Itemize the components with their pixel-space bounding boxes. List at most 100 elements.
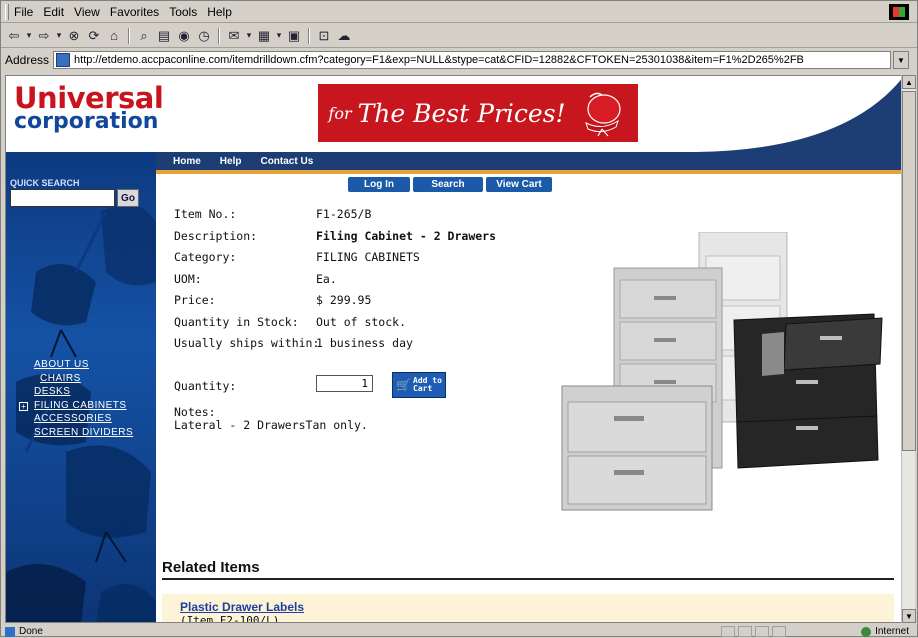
site-header: Universal corporation for The Best Price…: [6, 76, 902, 156]
top-nav: Home Help Contact Us: [173, 152, 313, 170]
status-text: Done: [19, 626, 43, 637]
sidebar-item-screen-dividers[interactable]: SCREEN DIVIDERS: [6, 426, 133, 440]
nav-home[interactable]: Home: [173, 156, 201, 167]
item-notes: Notes: Lateral - 2 DrawersTan only.: [174, 406, 368, 432]
quick-search-go-button[interactable]: Go: [117, 189, 139, 207]
status-cell: [755, 626, 769, 637]
cart-icon: 🛒: [396, 378, 412, 392]
related-item: Plastic Drawer Labels (Item F2-100/L): [162, 594, 894, 623]
scroll-up-icon[interactable]: ▲: [902, 75, 916, 89]
favorites-icon[interactable]: ▤: [155, 27, 173, 45]
toolbar: ⇦ ▾ ⇨ ▾ ⊗ ⟳ ⌂ ⌕ ▤ ◉ ◷ ✉ ▾ ▦ ▾ ▣ ⊡ ☁: [1, 24, 917, 48]
media-icon[interactable]: ◉: [175, 27, 193, 45]
scroll-down-icon[interactable]: ▼: [902, 609, 916, 623]
status-cell: [772, 626, 786, 637]
menu-favorites[interactable]: Favorites: [105, 5, 164, 19]
windows-logo-icon: [889, 4, 909, 20]
banner-small-text: for: [328, 103, 352, 123]
item-number: F1-265/B: [316, 207, 372, 221]
menu-tools[interactable]: Tools: [164, 5, 202, 19]
menu-edit[interactable]: Edit: [38, 5, 69, 19]
quantity-label: Quantity:: [174, 379, 237, 393]
related-item-link[interactable]: Plastic Drawer Labels: [180, 600, 304, 614]
quick-search-label: QUICK SEARCH: [10, 178, 80, 188]
related-divider: [162, 578, 894, 580]
status-cell: [721, 626, 735, 637]
notes-text: Lateral - 2 DrawersTan only.: [174, 418, 368, 432]
view-cart-button[interactable]: View Cart: [486, 177, 552, 192]
print-dropdown-icon[interactable]: ▾: [275, 27, 283, 45]
sidebar: QUICK SEARCH Go ABOUT US CHAIRS DESKS FI…: [6, 152, 156, 622]
promo-banner[interactable]: for The Best Prices!: [318, 84, 638, 142]
zone-text: Internet: [875, 626, 909, 637]
page-icon: [56, 53, 71, 67]
toolbar-separator: [128, 27, 130, 44]
field-label: Price:: [174, 293, 216, 307]
item-category: FILING CABINETS: [316, 250, 420, 264]
item-price: $ 299.95: [316, 293, 372, 307]
back-dropdown-icon[interactable]: ▾: [25, 27, 33, 45]
messenger-icon[interactable]: ☁: [335, 27, 353, 45]
add-to-cart-line2: Cart: [413, 384, 433, 393]
search-icon[interactable]: ⌕: [135, 27, 153, 45]
vertical-scrollbar[interactable]: ▲ ▼: [901, 75, 916, 623]
brand-name: Universal: [14, 81, 164, 115]
address-label: Address: [5, 53, 50, 67]
scroll-thumb[interactable]: [902, 91, 916, 451]
expand-icon[interactable]: +: [19, 402, 28, 411]
search-button[interactable]: Search: [413, 177, 483, 192]
mail-dropdown-icon[interactable]: ▾: [245, 27, 253, 45]
address-bar: Address http://etdemo.accpaconline.com/i…: [1, 49, 917, 71]
forward-icon[interactable]: ⇨: [35, 27, 53, 45]
forward-dropdown-icon[interactable]: ▾: [55, 27, 63, 45]
mail-icon[interactable]: ✉: [225, 27, 243, 45]
toolbar-separator: [218, 27, 220, 44]
accent-rule: [156, 170, 902, 174]
page-done-icon: [5, 626, 15, 637]
back-icon[interactable]: ⇦: [5, 27, 23, 45]
field-label: Usually ships within:: [174, 336, 320, 350]
sidebar-item-about-us[interactable]: ABOUT US: [6, 358, 133, 372]
sidebar-item-desks[interactable]: DESKS: [6, 385, 133, 399]
sidebar-item-chairs[interactable]: CHAIRS: [6, 372, 133, 386]
nav-contact-us[interactable]: Contact Us: [260, 156, 313, 167]
quick-search-input[interactable]: [10, 189, 115, 207]
item-description: Filing Cabinet - 2 Drawers: [316, 228, 497, 243]
field-label: Quantity in Stock:: [174, 314, 299, 329]
add-to-cart-button[interactable]: 🛒 Add to Cart: [392, 372, 446, 398]
address-dropdown-icon[interactable]: ▼: [893, 51, 909, 69]
print-icon[interactable]: ▦: [255, 27, 273, 45]
related-item-number: (Item F2-100/L): [180, 614, 280, 623]
address-input[interactable]: http://etdemo.accpaconline.com/itemdrill…: [53, 51, 891, 69]
browser-window: File Edit View Favorites Tools Help ⇦ ▾ …: [0, 0, 918, 637]
brand-logo[interactable]: Universal corporation: [14, 81, 164, 134]
address-url: http://etdemo.accpaconline.com/itemdrill…: [74, 54, 804, 66]
menu-help[interactable]: Help: [202, 5, 237, 19]
category-links: ABOUT US CHAIRS DESKS FILING CABINETS AC…: [6, 358, 133, 439]
menu-view[interactable]: View: [69, 5, 105, 19]
security-zone: Internet: [861, 625, 909, 638]
sidebar-item-accessories[interactable]: ACCESSORIES: [6, 412, 133, 426]
stop-icon[interactable]: ⊗: [65, 27, 83, 45]
status-bar: Done Internet: [1, 625, 917, 638]
related-items-heading: Related Items: [162, 559, 260, 576]
chair-icon: [584, 92, 621, 137]
menu-file[interactable]: File: [9, 5, 38, 19]
home-icon[interactable]: ⌂: [105, 27, 123, 45]
product-image: [561, 232, 883, 511]
edit-icon[interactable]: ▣: [285, 27, 303, 45]
research-icon[interactable]: ⊡: [315, 27, 333, 45]
quantity-input[interactable]: [316, 375, 373, 392]
field-label: Item No.:: [174, 207, 237, 221]
item-ships-within: 1 business day: [316, 336, 413, 350]
login-button[interactable]: Log In: [348, 177, 410, 192]
globe-icon: [861, 626, 872, 637]
nav-help[interactable]: Help: [220, 156, 242, 167]
history-icon[interactable]: ◷: [195, 27, 213, 45]
banner-headline: The Best Prices!: [357, 98, 566, 128]
refresh-icon[interactable]: ⟳: [85, 27, 103, 45]
quantity-row: Quantity: 🛒 Add to Cart: [174, 372, 474, 398]
item-uom: Ea.: [316, 271, 337, 286]
status-cell: [738, 626, 752, 637]
add-to-cart-label: Add to Cart: [413, 377, 442, 393]
